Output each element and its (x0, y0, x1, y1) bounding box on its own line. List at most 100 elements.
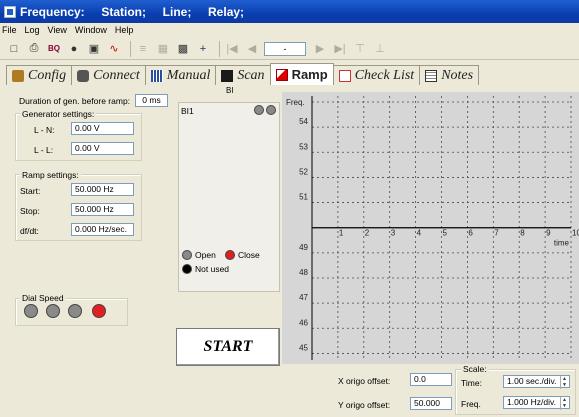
insert-icon[interactable]: ⊤ (352, 41, 368, 57)
dial-speed-1-button[interactable] (24, 304, 38, 318)
first-icon[interactable]: |◀ (224, 41, 240, 57)
open-legend-icon (182, 250, 192, 260)
tab-ramp[interactable]: Ramp (269, 63, 334, 85)
bi-header: BI (226, 86, 234, 95)
ln-voltage-input[interactable]: 0.00 V (71, 122, 134, 135)
tab-manual[interactable]: Manual (144, 65, 217, 85)
chart-x-tick-label: 2 (365, 229, 370, 238)
menu-log[interactable]: Log (25, 25, 40, 35)
y-origo-input[interactable]: 50.000 (410, 397, 452, 410)
chart-y-tick-label: 46 (299, 318, 308, 327)
scan-icon (221, 69, 234, 82)
tab-notes[interactable]: Notes (419, 65, 480, 85)
bi1-led-2 (266, 105, 276, 115)
chart-x-axis-label: time (554, 239, 570, 248)
tab-bar: Config Connect Manual Scan Ramp Check Li… (6, 63, 480, 85)
chart-y-tick-label: 51 (299, 193, 308, 202)
tab-config[interactable]: Config (6, 65, 73, 85)
crosshair-icon[interactable]: + (195, 41, 211, 57)
generator-settings-title: Generator settings: (20, 109, 97, 119)
chart-svg: 5453525149484746451 2 3 4 5 6 7 8 9 10Freq.time (282, 92, 579, 364)
last-icon[interactable]: ▶| (332, 41, 348, 57)
toolbar-separator (130, 40, 131, 57)
notes-icon (425, 69, 438, 82)
chart-x-tick-label: 6 (468, 229, 473, 238)
x-origo-input[interactable]: 0.0 (410, 373, 452, 386)
ramp-icon (275, 68, 288, 81)
start-frequency-input[interactable]: 50.000 Hz (71, 183, 134, 196)
dial-speed-title: Dial Speed (20, 293, 66, 303)
new-file-icon[interactable]: □ (6, 41, 22, 57)
dial-speed-2-button[interactable] (46, 304, 60, 318)
start-label: Start: (20, 186, 41, 196)
waveform-icon[interactable]: ∿ (106, 41, 122, 57)
chart-y-axis-label: Freq. (286, 98, 305, 107)
window-title: Frequency: Station; Line; Relay; (20, 4, 245, 19)
record-icon[interactable]: ● (66, 41, 82, 57)
duration-input[interactable]: 0 ms (135, 94, 168, 107)
not-used-legend-label: Not used (195, 264, 230, 274)
chart-y-tick-label: 48 (299, 268, 308, 277)
connect-icon (77, 69, 90, 82)
tab-check-list[interactable]: Check List (332, 65, 421, 85)
chart-x-tick-label: 9 (546, 229, 551, 238)
chart-x-tick-label: 3 (391, 229, 396, 238)
start-button[interactable]: START (176, 328, 280, 366)
not-used-legend-icon (182, 264, 192, 274)
scale-title: Scale: (461, 364, 489, 374)
bi1-led-1 (254, 105, 264, 115)
bi1-label: BI1 (181, 106, 194, 116)
toolbar-separator (219, 40, 220, 57)
device-icon[interactable]: ▣ (86, 41, 102, 57)
chart-x-tick-label: 7 (494, 229, 499, 238)
table-icon[interactable]: ▩ (175, 41, 191, 57)
stop-label: Stop: (20, 206, 40, 216)
manual-icon (150, 69, 163, 82)
app-window: Frequency: Station; Line; Relay; File Lo… (0, 0, 579, 417)
close-legend-icon (225, 250, 235, 260)
time-scale-input[interactable]: 1.00 sec./div. ▲ ▼ (503, 375, 570, 389)
chart-x-tick-label: 4 (417, 229, 422, 238)
chart-x-tick-label: 10 (572, 229, 579, 238)
tab-scan[interactable]: Scan (215, 65, 271, 85)
record-field[interactable]: - (264, 41, 306, 56)
duration-label: Duration of gen. before ramp: (19, 96, 131, 106)
prev-icon[interactable]: ◀ (244, 41, 260, 57)
delete-icon[interactable]: ⊥ (372, 41, 388, 57)
grid-icon[interactable]: ▦ (155, 41, 171, 57)
checklist-icon (338, 69, 351, 82)
print-icon[interactable]: ⎙ (26, 41, 42, 57)
menu-view[interactable]: View (48, 25, 67, 35)
menu-help[interactable]: Help (115, 25, 134, 35)
chart-y-tick-label: 45 (299, 343, 308, 352)
time-scale-spinner[interactable]: ▲ ▼ (560, 376, 568, 389)
chart-x-tick-label: 1 (339, 229, 344, 238)
tab-connect[interactable]: Connect (71, 65, 146, 85)
time-scale-label: Time: (461, 378, 482, 388)
stop-frequency-input[interactable]: 50.000 Hz (71, 203, 134, 216)
toolbar: □ ⎙ BQ ● ▣ ∿ ≡ ▦ ▩ + |◀ ◀ - ▶ ▶| ⊤ ⊥ (0, 38, 579, 60)
title-bar[interactable]: Frequency: Station; Line; Relay; (0, 0, 579, 23)
list-icon[interactable]: ≡ (135, 41, 151, 57)
frequency-chart[interactable]: 54 53 52 51 49 48 47 46 45 1 2 3 4 5 6 7 8 9 10 Freq. time (282, 92, 579, 364)
menu-bar: File Log View Window Help (0, 23, 579, 37)
y-origo-label: Y origo offset: (338, 400, 391, 410)
close-legend-label: Close (238, 250, 260, 260)
next-icon[interactable]: ▶ (312, 41, 328, 57)
freq-scale-spinner[interactable]: ▲ ▼ (560, 397, 568, 410)
menu-file[interactable]: File (2, 25, 17, 35)
binary-icon[interactable]: BQ (46, 41, 62, 57)
chart-y-tick-label: 54 (299, 117, 308, 126)
chart-x-tick-label: 5 (443, 229, 448, 238)
freq-scale-value: 1.000 Hz/div. (507, 397, 556, 407)
freq-scale-label: Freq. (461, 399, 481, 409)
chart-y-tick-label: 49 (299, 243, 308, 252)
dial-speed-3-button[interactable] (68, 304, 82, 318)
dial-speed-4-button[interactable] (92, 304, 106, 318)
freq-scale-input[interactable]: 1.000 Hz/div. ▲ ▼ (503, 396, 570, 410)
menu-window[interactable]: Window (75, 25, 107, 35)
chart-y-tick-label: 52 (299, 167, 308, 176)
ramp-settings-title: Ramp settings: (20, 170, 81, 180)
dfdt-input[interactable]: 0.000 Hz/sec. (71, 223, 134, 236)
ll-voltage-input[interactable]: 0.00 V (71, 142, 134, 155)
